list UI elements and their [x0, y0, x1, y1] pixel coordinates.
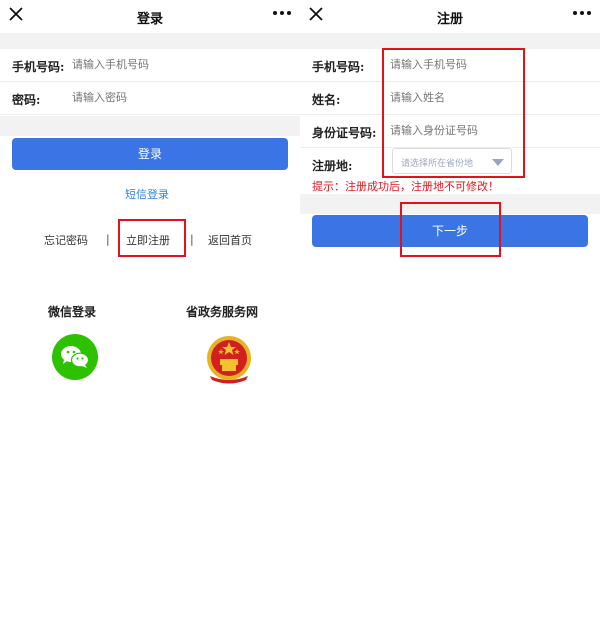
highlight-box — [400, 202, 501, 257]
wechat-login-label: 微信登录 — [48, 305, 97, 319]
gov-service-label: 省政务服务网 — [186, 305, 259, 319]
register-screen: 注册 手机号码: 姓名: 身份证号码: 注册地: 提示：注册成功后，注册地不可修… — [300, 0, 600, 620]
login-topbar: 登录 — [0, 0, 300, 33]
more-dots-icon[interactable] — [272, 7, 292, 19]
name-label: 姓名: — [312, 93, 341, 107]
login-screen: 登录 手机号码: 密码: 登录 短信登录 忘记密码 | 立即注册 | 返回首页 … — [0, 0, 300, 620]
hint-text: 提示：注册成功后，注册地不可修改！ — [312, 180, 499, 193]
page-title: 注册 — [436, 12, 463, 27]
divider-band — [0, 33, 300, 49]
region-select[interactable]: 请选择所在省份地 — [392, 148, 512, 174]
divider-band — [300, 33, 600, 49]
password-row: 密码: — [0, 82, 300, 115]
divider-band — [0, 116, 300, 136]
password-label: 密码: — [12, 93, 41, 107]
sms-login-link[interactable]: 短信登录 — [125, 186, 169, 202]
back-home-link[interactable]: 返回首页 — [208, 232, 252, 248]
id-number-label: 身份证号码: — [312, 126, 377, 140]
phone-row: 手机号码: — [0, 49, 300, 82]
national-emblem-icon[interactable] — [202, 332, 256, 386]
separator: | — [106, 233, 110, 246]
more-dots-icon[interactable] — [572, 7, 592, 19]
phone-input[interactable] — [72, 58, 272, 71]
forgot-password-link[interactable]: 忘记密码 — [44, 232, 88, 248]
chevron-down-icon — [492, 159, 504, 166]
wechat-icon[interactable] — [52, 334, 98, 380]
region-label: 注册地: — [312, 159, 353, 173]
phone-label: 手机号码: — [312, 60, 365, 74]
register-topbar: 注册 — [300, 0, 600, 33]
phone-label: 手机号码: — [12, 60, 65, 74]
login-button[interactable]: 登录 — [12, 138, 288, 170]
page-title: 登录 — [136, 12, 163, 27]
separator: | — [190, 233, 194, 246]
password-input[interactable] — [72, 91, 272, 104]
highlight-box — [118, 219, 186, 257]
region-select-placeholder: 请选择所在省份地 — [401, 159, 474, 169]
